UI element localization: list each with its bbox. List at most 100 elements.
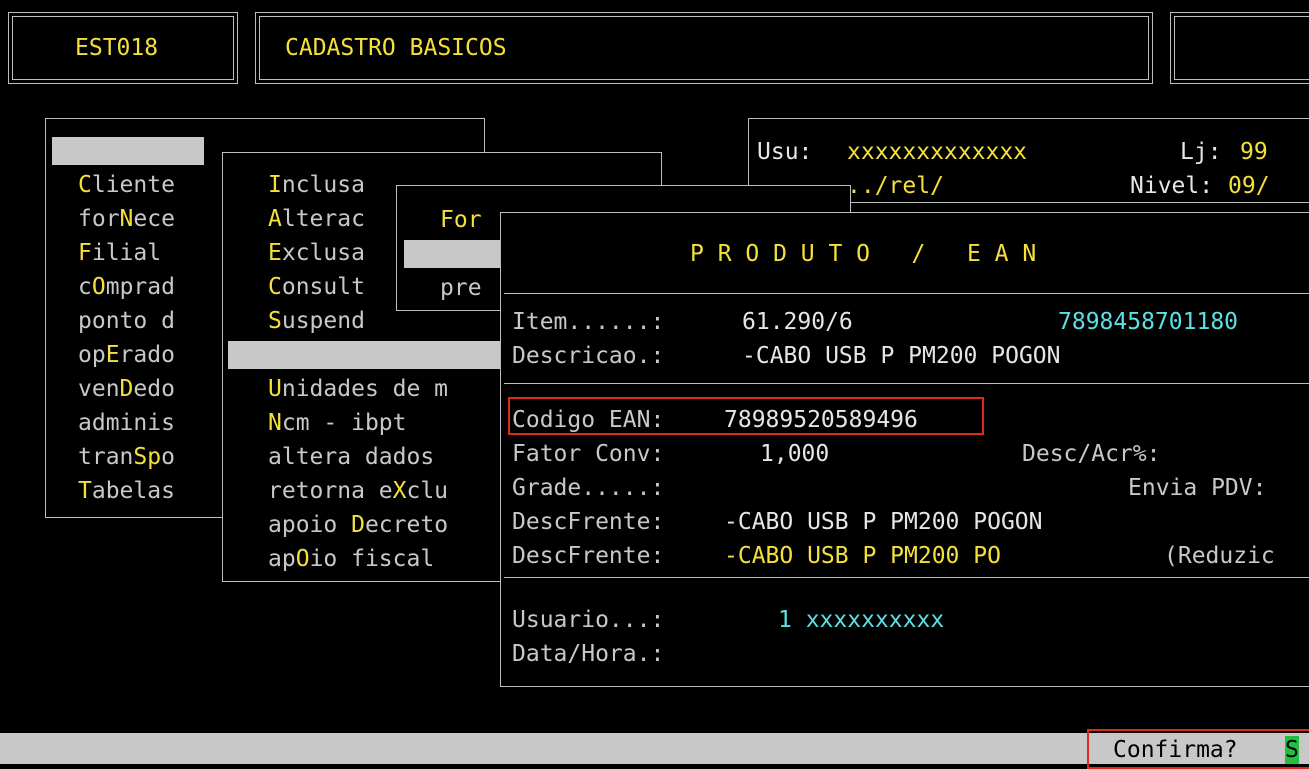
header-right-box <box>1170 12 1309 84</box>
envia-pdv-label: Envia PDV: <box>1128 475 1267 501</box>
ean-highlight-box <box>508 397 984 435</box>
item-text: uspend <box>281 308 365 334</box>
menu1-item[interactable]: opErado <box>78 341 175 369</box>
usuario-value: 1 xxxxxxxxxx <box>778 607 945 633</box>
descfrente2-label: DescFrente: <box>512 543 665 569</box>
lj-value: 99 <box>1240 139 1268 165</box>
menu1-item[interactable]: ponto d <box>78 307 175 335</box>
item-text: o <box>161 444 175 470</box>
menu3-item-pre[interactable]: pre <box>440 274 482 302</box>
item-text: ven <box>78 376 120 402</box>
descfrente1-label: DescFrente: <box>512 509 665 535</box>
item-text: altera dados <box>268 444 435 470</box>
item-text: ponto d <box>78 308 175 334</box>
menu2-item[interactable]: retorna eXclu <box>268 477 448 505</box>
descricao-value: -CABO USB P PM200 POGON <box>742 343 1061 369</box>
desc-acr-label: Desc/Acr%: <box>1022 441 1161 467</box>
menu2-item[interactable]: Exclusa <box>268 239 365 267</box>
datahora-label: Data/Hora.: <box>512 641 665 667</box>
hotkey-letter: U <box>268 376 282 402</box>
hotkey-letter: O <box>295 546 310 572</box>
menu2-item[interactable]: Suspend <box>268 307 365 335</box>
nivel-label: Nivel: <box>1130 173 1214 199</box>
fator-label: Fator Conv: <box>512 441 665 467</box>
hotkey-letter: S <box>268 308 282 334</box>
menu2-item[interactable]: Alterac <box>268 205 365 233</box>
item-text: apoio <box>268 512 352 538</box>
descfrente2-value[interactable]: -CABO USB P PM200 PO <box>724 542 1001 570</box>
hotkey-letter: N <box>119 206 134 232</box>
item-text: edo <box>133 376 175 402</box>
menu2-item[interactable]: altera dados <box>268 443 434 471</box>
menu2-item[interactable]: apoio Decreto <box>268 511 448 539</box>
item-text: ilial <box>91 240 162 266</box>
hotkey-letter: E <box>105 342 120 368</box>
menu3-selected[interactable]: û cod <box>404 240 501 295</box>
item-text: c <box>78 274 92 300</box>
page-title: CADASTRO BASICOS <box>285 35 507 61</box>
menu2-item[interactable]: Consult <box>268 273 365 301</box>
item-text: adminis <box>78 410 175 436</box>
menu1-item[interactable]: Tabelas <box>78 477 175 505</box>
item-text: mprad <box>105 274 175 300</box>
item-text: for <box>78 206 120 232</box>
item-text: onsult <box>281 274 365 300</box>
hotkey-letter: E <box>268 240 282 266</box>
hotkey-letter: X <box>392 478 407 504</box>
usu-label: Usu: <box>757 139 813 165</box>
dialog-title: P R O D U T O / E A N <box>690 241 1037 267</box>
item-text: retorna e <box>268 478 393 504</box>
dialog-divider <box>504 383 1309 384</box>
hotkey-letter: T <box>78 478 92 504</box>
hotkey-letter: C <box>78 172 92 198</box>
item-text: nclusa <box>281 172 365 198</box>
hotkey-letter: Sp <box>133 444 162 470</box>
confirm-highlight-box <box>1087 729 1309 769</box>
grade-label: Grade.....: <box>512 475 665 501</box>
program-code: EST018 <box>75 35 159 61</box>
item-text: rado <box>119 342 175 368</box>
item-text: abelas <box>91 478 175 504</box>
menu1-item[interactable]: Filial <box>78 239 161 267</box>
path-value: ../rel/ <box>847 173 944 199</box>
descfrente1-value[interactable]: -CABO USB P PM200 POGON <box>724 508 1043 536</box>
hotkey-letter: D <box>119 376 134 402</box>
hotkey-letter: C <box>268 274 282 300</box>
menu3-item-for[interactable]: For <box>440 206 482 234</box>
nivel-value: 09/ <box>1228 173 1270 199</box>
item-ean: 7898458701180 <box>1058 309 1239 335</box>
item-text: lterac <box>281 206 365 232</box>
item-text: tran <box>78 444 134 470</box>
item-text: liente <box>91 172 175 198</box>
item-text: ap <box>268 546 296 572</box>
usu-value: xxxxxxxxxxxxx <box>847 139 1028 165</box>
menu2-item[interactable]: apOio fiscal <box>268 545 434 573</box>
item-text: xclusa <box>281 240 365 266</box>
descricao-label: Descricao.: <box>512 343 665 369</box>
dialog-divider <box>504 577 1309 578</box>
item-value: 61.290/6 <box>742 309 853 335</box>
item-text: ece <box>133 206 175 232</box>
menu1-item[interactable]: Cliente <box>78 171 175 199</box>
item-text: clu <box>406 478 449 504</box>
item-label: Item......: <box>512 309 665 335</box>
menu1-item[interactable]: forNece <box>78 205 175 233</box>
hotkey-letter: D <box>351 512 365 538</box>
dialog-divider <box>504 293 1309 294</box>
fator-value[interactable]: 1,000 <box>760 440 829 468</box>
menu2-item[interactable]: Unidades de m <box>268 375 448 403</box>
menu1-item[interactable]: adminis <box>78 409 175 437</box>
menu2-item[interactable]: Inclusa <box>268 171 365 199</box>
item-text: ecreto <box>364 512 449 538</box>
hotkey-letter: I <box>268 172 282 198</box>
item-text: op <box>78 342 106 368</box>
item-text: cm - ibpt <box>281 410 407 436</box>
menu1-item[interactable]: cOmprad <box>78 273 175 301</box>
menu1-item[interactable]: tranSpo <box>78 443 175 471</box>
hotkey-letter: F <box>78 240 92 266</box>
menu2-selected[interactable]: û agruPamento p <box>228 341 500 396</box>
menu2-item[interactable]: Ncm - ibpt <box>268 409 406 437</box>
hotkey-letter: O <box>91 274 106 300</box>
menu1-item[interactable]: venDedo <box>78 375 175 403</box>
menu1-selected[interactable]: û pRoduto <box>52 137 205 192</box>
